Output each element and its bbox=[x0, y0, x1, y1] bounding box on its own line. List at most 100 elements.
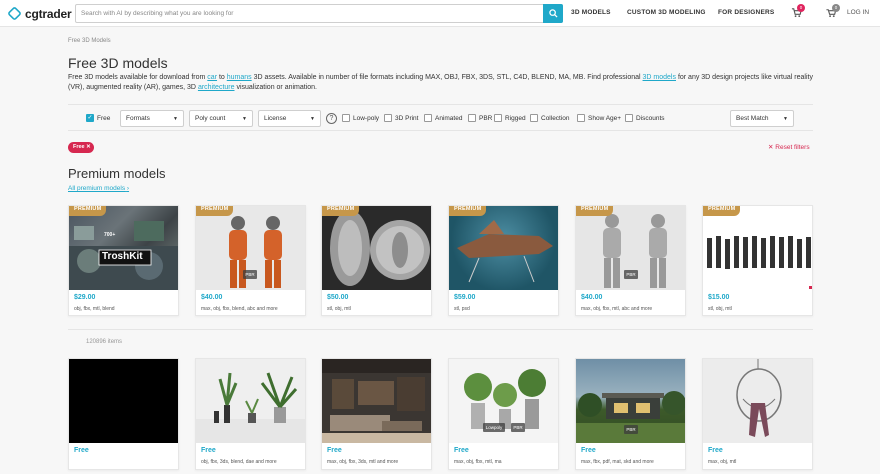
product-price: Free bbox=[708, 447, 723, 454]
pbr-badge: PBR bbox=[243, 270, 257, 279]
nav-for-designers[interactable]: FOR DESIGNERS bbox=[718, 9, 774, 16]
search-bar bbox=[75, 4, 563, 23]
sort-select[interactable]: Best Match ▼ bbox=[730, 110, 794, 127]
poly-count-select[interactable]: Poly count ▼ bbox=[189, 110, 253, 127]
product-card[interactable]: PBR PREMIUM $40.00 max, obj, fbx, blend,… bbox=[195, 205, 306, 316]
link-3d-models[interactable]: 3D models bbox=[643, 74, 676, 81]
product-thumbnail[interactable]: PREMIUM bbox=[322, 206, 431, 290]
filter-collection[interactable]: Collection bbox=[530, 114, 570, 122]
product-thumbnail[interactable] bbox=[69, 359, 178, 443]
help-icon[interactable]: ? bbox=[326, 113, 337, 124]
filter-3d-print[interactable]: 3D Print bbox=[384, 114, 418, 122]
product-price: $59.00 bbox=[454, 294, 476, 301]
pbr-badge: PBR bbox=[511, 423, 525, 432]
filter-animated[interactable]: Animated bbox=[424, 114, 462, 122]
product-card[interactable]: Free obj, fbx, 3ds, blend, dae and more bbox=[195, 358, 306, 470]
product-price: Free bbox=[327, 447, 342, 454]
product-thumbnail[interactable]: PBR PREMIUM bbox=[576, 206, 685, 290]
top-header: cgtrader 3D MODELS CUSTOM 3D MODELING FO… bbox=[0, 0, 880, 27]
product-card[interactable]: PBR PREMIUM $40.00 max, obj, fbx, mtl, a… bbox=[575, 205, 686, 316]
chevron-right-icon: › bbox=[126, 185, 130, 192]
product-card[interactable]: Free bbox=[68, 358, 179, 470]
filter-pbr[interactable]: PBR bbox=[468, 114, 492, 122]
filter-free[interactable]: ✓ Free bbox=[86, 114, 110, 122]
hanging-chair-image bbox=[736, 359, 782, 437]
product-price: Free bbox=[581, 447, 596, 454]
checkbox[interactable] bbox=[384, 114, 392, 122]
link-humans[interactable]: humans bbox=[227, 74, 252, 81]
formats-select[interactable]: Formats ▼ bbox=[120, 110, 184, 127]
product-formats: max, obj, fbx, blend, abc and more bbox=[201, 306, 278, 312]
checkbox[interactable] bbox=[342, 114, 350, 122]
close-icon[interactable]: ✕ bbox=[86, 144, 91, 150]
filter-discounts[interactable]: Discounts bbox=[625, 114, 665, 122]
nav-3d-models[interactable]: 3D MODELS bbox=[571, 9, 611, 16]
login-link[interactable]: LOG IN bbox=[847, 9, 869, 16]
divider bbox=[68, 329, 813, 330]
filter-label: Animated bbox=[435, 114, 463, 122]
filter-rigged[interactable]: Rigged bbox=[494, 114, 526, 122]
product-card[interactable]: PREMIUM $15.00 stl, obj, mtl bbox=[702, 205, 813, 316]
upload-button[interactable]: 0 bbox=[825, 4, 840, 21]
product-thumbnail[interactable] bbox=[196, 359, 305, 443]
license-select[interactable]: License ▼ bbox=[258, 110, 321, 127]
product-thumbnail[interactable] bbox=[322, 359, 431, 443]
link-car[interactable]: car bbox=[207, 74, 217, 81]
product-thumbnail[interactable]: PREMIUM bbox=[703, 206, 812, 290]
chip-label: Free bbox=[73, 144, 85, 150]
product-card[interactable]: PREMIUM $50.00 stl, obj, mtl bbox=[321, 205, 432, 316]
description-text: visualization or animation. bbox=[234, 84, 318, 91]
checkbox-checked-icon[interactable]: ✓ bbox=[86, 114, 94, 122]
page-description: Free 3D models available for download fr… bbox=[68, 73, 813, 93]
active-filter-chip[interactable]: Free ✕ bbox=[68, 142, 94, 153]
product-thumbnail[interactable]: PBR PREMIUM bbox=[196, 206, 305, 290]
checkbox[interactable] bbox=[494, 114, 502, 122]
nav-custom-3d-modeling[interactable]: CUSTOM 3D MODELING bbox=[627, 9, 706, 16]
cart-button[interactable]: 0 bbox=[791, 4, 805, 21]
filter-label: Collection bbox=[541, 114, 570, 122]
filter-low-poly[interactable]: Low-poly bbox=[342, 114, 379, 122]
page-title: Free 3D models bbox=[68, 55, 168, 71]
premium-tag: PREMIUM bbox=[449, 206, 487, 216]
link-architecture[interactable]: architecture bbox=[198, 84, 235, 91]
filters-bar: ✓ Free Formats ▼ Poly count ▼ License ▼ … bbox=[68, 104, 813, 131]
description-text: Free 3D models available for download fr… bbox=[68, 74, 208, 81]
checkbox[interactable] bbox=[577, 114, 585, 122]
product-card[interactable]: PBR Free max, fbx, pdf, mat, skd and mor… bbox=[575, 358, 686, 470]
product-card[interactable]: 700+ TroshKit PREMIUM $29.00 obj, fbx, m… bbox=[68, 205, 179, 316]
product-price: $40.00 bbox=[201, 294, 223, 301]
formats-select-label: Formats bbox=[126, 115, 150, 122]
product-thumbnail[interactable]: Lowpoly PBR bbox=[449, 359, 558, 443]
product-card[interactable]: PREMIUM $59.00 stl, psd bbox=[448, 205, 559, 316]
product-card[interactable]: Lowpoly PBR Free max, obj, fbx, mtl, ma bbox=[448, 358, 559, 470]
checkbox[interactable] bbox=[625, 114, 633, 122]
reset-filters-link[interactable]: ✕ Reset filters bbox=[768, 143, 810, 151]
product-card[interactable]: Free max, obj, fbx, 3ds, mtl and more bbox=[321, 358, 432, 470]
product-thumbnail[interactable]: 700+ TroshKit PREMIUM bbox=[69, 206, 178, 290]
product-thumbnail[interactable]: PBR bbox=[576, 359, 685, 443]
sort-select-label: Best Match bbox=[736, 115, 769, 122]
soldiers-image bbox=[707, 236, 812, 289]
checkbox[interactable] bbox=[468, 114, 476, 122]
product-formats: max, obj, fbx, mtl, abc and more bbox=[581, 306, 653, 312]
premium-tag: PREMIUM bbox=[322, 206, 360, 216]
breadcrumb[interactable]: Free 3D Models bbox=[68, 38, 111, 44]
product-thumbnail[interactable] bbox=[703, 359, 812, 443]
product-formats: max, fbx, pdf, mat, skd and more bbox=[581, 459, 654, 465]
product-price: $15.00 bbox=[708, 294, 730, 301]
search-button[interactable] bbox=[543, 4, 563, 23]
checkbox[interactable] bbox=[424, 114, 432, 122]
caret-down-icon: ▼ bbox=[310, 116, 315, 122]
premium-section-title: Premium models bbox=[68, 166, 166, 181]
plants-image bbox=[196, 372, 305, 443]
product-thumbnail[interactable]: PREMIUM bbox=[449, 206, 558, 290]
product-price: Free bbox=[454, 447, 469, 454]
logo[interactable]: cgtrader bbox=[7, 6, 72, 21]
filter-show-age[interactable]: Show Age+ bbox=[577, 114, 621, 122]
product-card[interactable]: Free max, obj, mtl bbox=[702, 358, 813, 470]
all-premium-link[interactable]: All premium models › bbox=[68, 185, 129, 192]
checkbox[interactable] bbox=[530, 114, 538, 122]
premium-tag: PREMIUM bbox=[69, 206, 107, 216]
search-input[interactable] bbox=[76, 5, 536, 22]
filter-label: Discounts bbox=[636, 114, 665, 122]
